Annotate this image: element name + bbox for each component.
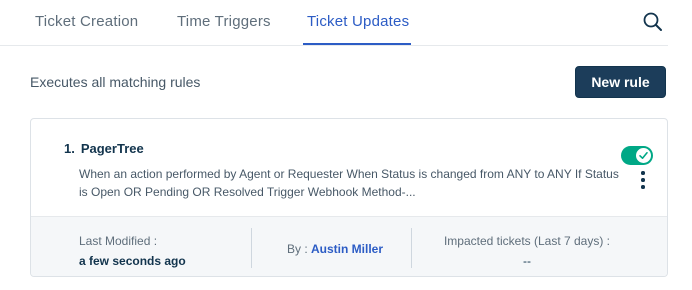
new-rule-button[interactable]: New rule [575,66,666,98]
rules-description: Executes all matching rules [30,74,201,90]
modified-by-user-link[interactable]: Austin Miller [311,242,383,256]
rule-number: 1. [64,141,75,156]
check-icon [636,148,651,163]
impacted-tickets-label: Impacted tickets (Last 7 days) : [443,234,611,248]
tab-ticket-creation[interactable]: Ticket Creation [35,13,138,30]
more-options-icon[interactable] [637,171,649,189]
rule-enabled-toggle[interactable] [621,146,653,165]
footer-divider [251,228,252,268]
tab-ticket-updates[interactable]: Ticket Updates [307,13,409,30]
last-modified-label: Last Modified : [79,234,158,248]
impacted-tickets-value: -- [523,254,531,268]
active-tab-indicator [303,43,411,45]
rule-name: PagerTree [80,141,144,156]
tab-bar: Ticket Creation Time Triggers Ticket Upd… [0,0,668,46]
rule-card: 1. PagerTree When an action performed by … [30,118,668,277]
search-icon[interactable] [642,11,664,33]
impacted-tickets: Impacted tickets (Last 7 days) : -- [411,217,643,276]
modified-by: By : Austin Miller [287,242,383,256]
rule-description: When an action performed by Agent or Req… [79,167,619,199]
modified-by-label: By : [287,242,308,256]
rule-footer: Last Modified : a few seconds ago By : A… [31,216,667,276]
last-modified-value: a few seconds ago [79,254,186,268]
tab-time-triggers[interactable]: Time Triggers [177,13,271,30]
rule-title[interactable]: 1. PagerTree [64,141,144,156]
